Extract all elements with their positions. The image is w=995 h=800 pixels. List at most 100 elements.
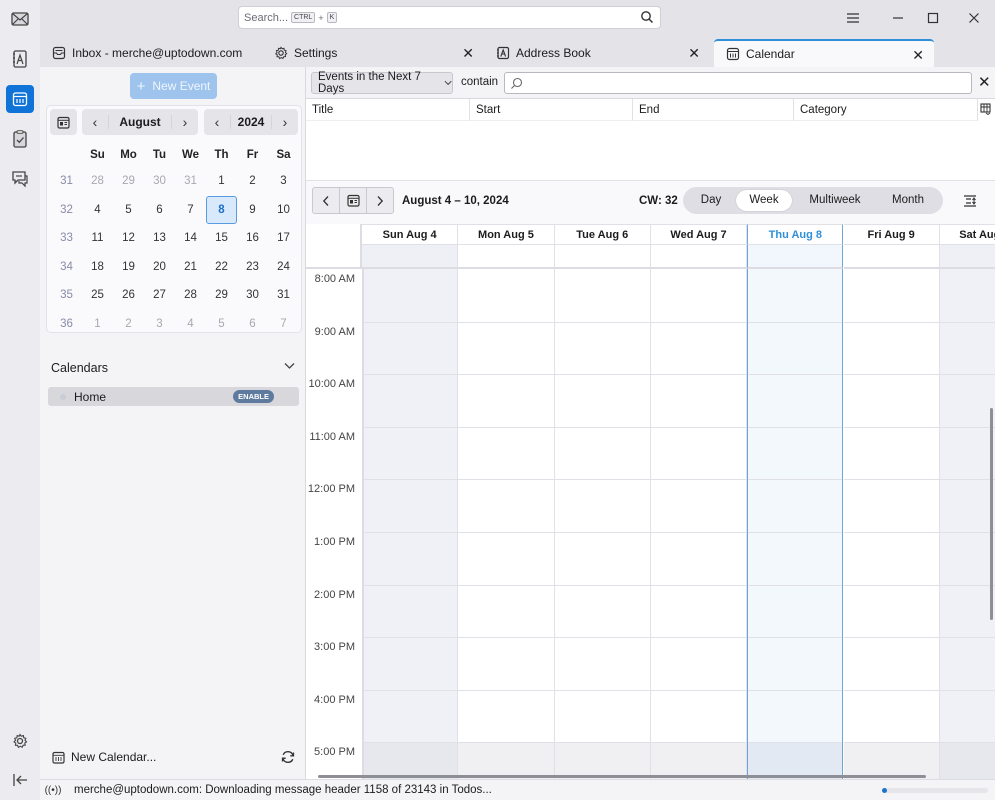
app-menu-button[interactable]	[843, 8, 863, 28]
today-button[interactable]	[340, 188, 367, 213]
previous-year-button[interactable]: ‹	[204, 114, 230, 130]
space-mail-button[interactable]	[6, 5, 34, 33]
close-icon[interactable]: ✕	[912, 47, 924, 64]
column-header-start[interactable]: Start	[470, 99, 633, 121]
mini-month-day[interactable]: 28	[82, 175, 113, 187]
space-calendar-button[interactable]	[6, 85, 34, 113]
mini-month-day[interactable]: 24	[268, 261, 299, 273]
mini-month-day[interactable]: 25	[82, 289, 113, 301]
mini-month-day[interactable]: 1	[82, 318, 113, 330]
all-day-cell[interactable]	[843, 245, 940, 269]
refresh-icon[interactable]	[280, 749, 296, 765]
day-header[interactable]: Thu Aug 8	[747, 224, 844, 245]
mini-month-day[interactable]: 6	[144, 204, 175, 216]
close-icon[interactable]: ✕	[462, 45, 474, 62]
minimize-button[interactable]	[888, 8, 908, 28]
next-week-button[interactable]	[367, 188, 393, 213]
tab-calendar[interactable]: Calendar ✕	[714, 39, 934, 67]
space-address-book-button[interactable]	[6, 45, 34, 73]
go-to-today-button[interactable]	[50, 109, 77, 135]
enable-calendar-button[interactable]: ENABLE	[233, 390, 274, 403]
previous-week-button[interactable]	[313, 188, 340, 213]
mini-month-day[interactable]: 7	[268, 318, 299, 330]
day-column[interactable]	[939, 269, 995, 779]
mini-month-day[interactable]: 4	[82, 204, 113, 216]
mini-month-day[interactable]: 23	[237, 261, 268, 273]
mini-month-day[interactable]: 16	[237, 232, 268, 244]
mini-month-day[interactable]: 19	[113, 261, 144, 273]
day-header[interactable]: Mon Aug 5	[458, 224, 555, 245]
mini-month-day[interactable]: 3	[268, 175, 299, 187]
mini-month-day[interactable]: 30	[144, 175, 175, 187]
mini-month-day[interactable]: 12	[113, 232, 144, 244]
day-header[interactable]: Wed Aug 7	[650, 224, 748, 245]
mini-month-day[interactable]: 13	[144, 232, 175, 244]
mini-month-day[interactable]: 30	[237, 289, 268, 301]
mini-month-day[interactable]: 20	[144, 261, 175, 273]
calendar-list-item-home[interactable]: Home ENABLE	[48, 387, 299, 406]
mini-month-day[interactable]: 22	[206, 261, 237, 273]
day-header[interactable]: Sat Aug 10	[939, 224, 995, 245]
all-day-cell[interactable]	[554, 245, 651, 269]
mini-month-day[interactable]: 3	[144, 318, 175, 330]
day-header[interactable]: Fri Aug 9	[843, 224, 940, 245]
previous-month-button[interactable]: ‹	[82, 114, 108, 130]
tab-address-book[interactable]: Address Book ✕	[484, 39, 710, 67]
mini-month-day[interactable]: 14	[175, 232, 206, 244]
view-options-icon[interactable]	[962, 193, 978, 209]
horizontal-scrollbar[interactable]	[318, 775, 926, 778]
all-day-cell[interactable]	[458, 245, 555, 269]
view-tab-day[interactable]: Day	[686, 190, 736, 211]
all-day-cell[interactable]	[362, 245, 459, 269]
mini-month-day[interactable]: 2	[237, 175, 268, 187]
mini-month-day[interactable]: 21	[175, 261, 206, 273]
day-header[interactable]: Tue Aug 6	[554, 224, 651, 245]
mini-month-day-today[interactable]: 8	[206, 195, 237, 224]
mini-month-day[interactable]: 10	[268, 204, 299, 216]
mini-month-day[interactable]: 17	[268, 232, 299, 244]
view-tab-week[interactable]: Week	[736, 190, 792, 211]
day-column[interactable]	[458, 269, 555, 779]
mini-month-day[interactable]: 18	[82, 261, 113, 273]
next-month-button[interactable]: ›	[172, 114, 198, 130]
space-settings-button[interactable]	[6, 727, 34, 755]
window-close-button[interactable]	[964, 8, 984, 28]
day-column[interactable]	[554, 269, 651, 779]
event-search-input[interactable]	[504, 72, 972, 94]
column-header-category[interactable]: Category	[794, 99, 978, 121]
mini-month-day[interactable]: 7	[175, 204, 206, 216]
mini-month-day[interactable]: 28	[175, 289, 206, 301]
view-tab-month[interactable]: Month	[878, 190, 938, 211]
tab-settings[interactable]: Settings ✕	[262, 39, 484, 67]
mini-month-day[interactable]: 31	[175, 175, 206, 187]
mini-month-day[interactable]: 26	[113, 289, 144, 301]
column-header-end[interactable]: End	[633, 99, 794, 121]
day-column[interactable]	[843, 269, 940, 779]
vertical-scrollbar[interactable]	[990, 408, 993, 620]
close-icon[interactable]: ✕	[688, 45, 700, 62]
mini-month-day[interactable]: 5	[113, 204, 144, 216]
mini-month-day[interactable]: 31	[268, 289, 299, 301]
mini-month-day[interactable]: 2	[113, 318, 144, 330]
mini-month-day[interactable]: 11	[82, 232, 113, 244]
new-calendar-button[interactable]: New Calendar...	[52, 750, 156, 764]
day-header[interactable]: Sun Aug 4	[362, 224, 459, 245]
space-tasks-button[interactable]	[6, 125, 34, 153]
all-day-cell[interactable]	[939, 245, 995, 269]
mini-month-day[interactable]: 15	[206, 232, 237, 244]
event-filter-select[interactable]: Events in the Next 7 Days	[311, 71, 453, 95]
mini-month-day[interactable]: 5	[206, 318, 237, 330]
tab-inbox[interactable]: Inbox - merche@uptodown.com	[40, 39, 260, 67]
mini-month-day[interactable]: 29	[113, 175, 144, 187]
maximize-button[interactable]	[923, 8, 943, 28]
mini-month-day[interactable]: 27	[144, 289, 175, 301]
mini-month-day[interactable]: 29	[206, 289, 237, 301]
online-icon[interactable]: ((•))	[40, 785, 66, 796]
all-day-cell[interactable]	[747, 245, 844, 269]
collapse-spaces-button[interactable]	[6, 766, 34, 794]
mini-month-day[interactable]: 4	[175, 318, 206, 330]
day-column[interactable]	[747, 269, 844, 779]
calendars-collapse-button[interactable]	[284, 359, 295, 373]
next-year-button[interactable]: ›	[272, 114, 298, 130]
all-day-cell[interactable]	[650, 245, 748, 269]
